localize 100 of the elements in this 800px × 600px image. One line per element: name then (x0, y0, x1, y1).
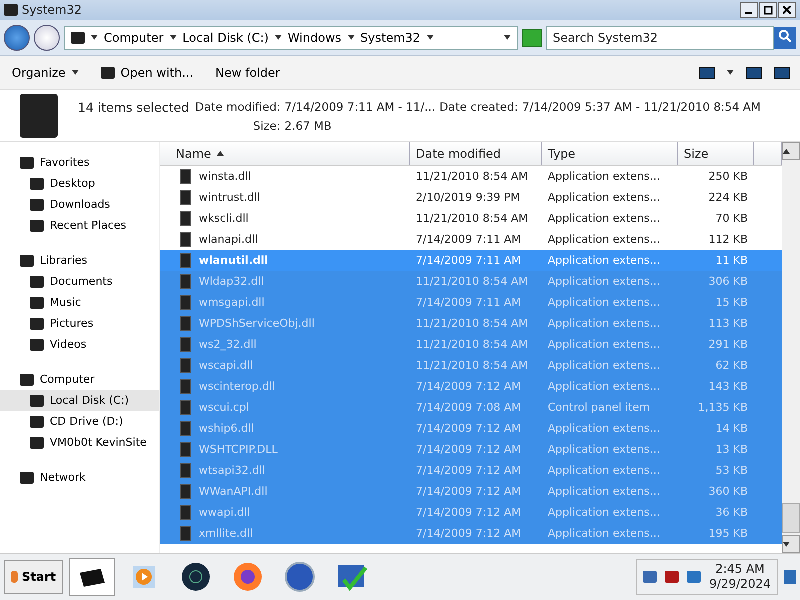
clock-date[interactable]: 9/29/2024 (709, 577, 771, 592)
table-cell-text: Application extens... (547, 379, 662, 394)
nav-item[interactable]: Computer (0, 369, 159, 390)
caret-icon[interactable] (348, 35, 355, 40)
scroll-down-button[interactable] (782, 535, 800, 553)
scroll-thumb[interactable] (782, 503, 800, 533)
file-row[interactable]: wintrust.dll 2/10/2019 9:39 PM Application extens... 224 KB (160, 187, 782, 208)
file-name: WSHTCPIP.DLL (199, 442, 278, 457)
caret-icon[interactable] (91, 35, 98, 40)
table-cell-text: 1,135 KB (697, 400, 749, 415)
scrollbar[interactable] (782, 142, 800, 553)
minimize-button[interactable] (740, 2, 758, 18)
breadcrumb[interactable]: Local Disk (C:) (182, 30, 269, 44)
table-cell-text: 7/14/2009 7:08 AM (415, 400, 522, 415)
search-icon (778, 29, 792, 43)
tray-icon[interactable] (643, 571, 658, 583)
caret-icon[interactable] (504, 35, 511, 40)
nav-item[interactable]: Desktop (0, 173, 159, 194)
nav-item[interactable]: Local Disk (C:) (0, 390, 159, 411)
forward-button[interactable] (34, 24, 60, 50)
breadcrumb[interactable]: Computer (104, 30, 164, 44)
caret-icon[interactable] (727, 70, 734, 75)
table-cell-text: Application extens... (547, 316, 662, 331)
table-cell-text: Application extens... (547, 169, 662, 184)
up-arrow-icon (783, 148, 790, 154)
nav-icon (20, 374, 34, 386)
view-icon[interactable] (699, 66, 715, 78)
file-row[interactable]: wkscli.dll 11/21/2010 8:54 AM Application extens... 70 KB (160, 208, 782, 229)
table-cell-text: 53 KB (714, 463, 749, 478)
table-cell-text: Application extens... (547, 190, 662, 205)
caret-icon[interactable] (170, 35, 177, 40)
file-name: WPDShServiceObj.dll (199, 316, 315, 331)
scroll-up-button[interactable] (782, 142, 800, 160)
nav-item[interactable]: Music (0, 292, 159, 313)
breadcrumb[interactable]: Windows (288, 30, 342, 44)
table-cell-text: 143 KB (708, 379, 749, 394)
new-folder-button[interactable]: New folder (214, 64, 282, 82)
search-field[interactable]: Search System32 (546, 26, 774, 50)
file-icon (180, 484, 191, 499)
file-name: wscui.cpl (199, 400, 250, 415)
caret-icon[interactable] (274, 35, 282, 40)
preview-pane-icon[interactable] (746, 66, 762, 78)
column-header[interactable]: Date modified (410, 142, 542, 165)
nav-item[interactable]: VM0b0t KevinSite (0, 432, 159, 453)
nav-item[interactable]: Recent Places (0, 215, 159, 236)
nav-item[interactable]: Favorites (0, 152, 159, 173)
back-button[interactable] (4, 24, 30, 50)
column-header[interactable]: Name (160, 142, 410, 165)
tray-icon[interactable] (687, 571, 702, 583)
refresh-button[interactable] (522, 28, 542, 46)
file-icon (180, 442, 191, 457)
open-with-button[interactable]: Open with... (98, 64, 196, 82)
table-cell-text: 2/10/2019 9:39 PM (415, 190, 522, 205)
nav-icon (30, 296, 44, 308)
tray-icon[interactable] (665, 571, 680, 583)
organize-menu[interactable]: Organize (10, 64, 81, 82)
field-label: Size: (252, 119, 281, 133)
nav-icon (30, 338, 44, 350)
table-cell-text: 291 KB (708, 337, 749, 352)
caret-icon[interactable] (426, 35, 434, 40)
clock-time[interactable]: 2:45 AM (716, 562, 765, 577)
table-cell-text: 11/21/2010 8:54 AM (415, 211, 530, 226)
column-header[interactable]: Size (678, 142, 754, 165)
nav-item[interactable]: Documents (0, 271, 159, 292)
close-button[interactable] (778, 2, 796, 18)
table-cell-text: 195 KB (708, 526, 749, 541)
table-cell-text: 70 KB (714, 211, 749, 226)
file-manager-icon[interactable] (69, 558, 116, 596)
nav-item[interactable]: CD Drive (D:) (0, 411, 159, 432)
window-icon (100, 66, 115, 78)
nav-item[interactable]: Libraries (0, 250, 159, 271)
breadcrumb[interactable]: System32 (360, 30, 421, 44)
nav-item[interactable]: Network (0, 467, 159, 488)
table-cell-text: 7/14/2009 7:12 AM (415, 442, 522, 457)
file-row[interactable]: wlanapi.dll 7/14/2009 7:11 AM Application extens... 112 KB (160, 229, 782, 250)
table-cell-text: 62 KB (714, 358, 749, 373)
table-cell-text: Application extens... (547, 505, 662, 520)
table-cell-text: 15 KB (714, 295, 749, 310)
file-icon (180, 337, 191, 352)
nav-icon (30, 220, 44, 232)
file-name: wintrust.dll (199, 190, 260, 205)
nav-icon (30, 318, 44, 330)
table-cell-text: 7/14/2009 7:12 AM (415, 505, 522, 520)
maximize-icon (764, 6, 772, 14)
nav-icon (30, 198, 44, 210)
table-cell-text: 11/21/2010 8:54 AM (415, 274, 530, 289)
table-cell-text: 11 KB (714, 253, 749, 268)
nav-item[interactable]: Videos (0, 334, 159, 355)
field-value: 7/14/2009 7:11 AM - 11/... (284, 100, 436, 115)
search-button[interactable] (774, 26, 796, 48)
address-bar[interactable]: Computer Local Disk (C:) Windows System32 (64, 26, 518, 50)
file-row[interactable]: winsta.dll 11/21/2010 8:54 AM Application extens... 250 KB (160, 166, 782, 187)
maximize-button[interactable] (759, 2, 777, 18)
file-icon (180, 379, 191, 394)
start-button[interactable]: Start (4, 560, 64, 594)
column-header[interactable]: Type (542, 142, 678, 165)
table-cell-text: Application extens... (547, 484, 662, 499)
nav-item[interactable]: Downloads (0, 194, 159, 215)
nav-item[interactable]: Pictures (0, 313, 159, 334)
table-cell-text: 11/21/2010 8:54 AM (415, 316, 530, 331)
